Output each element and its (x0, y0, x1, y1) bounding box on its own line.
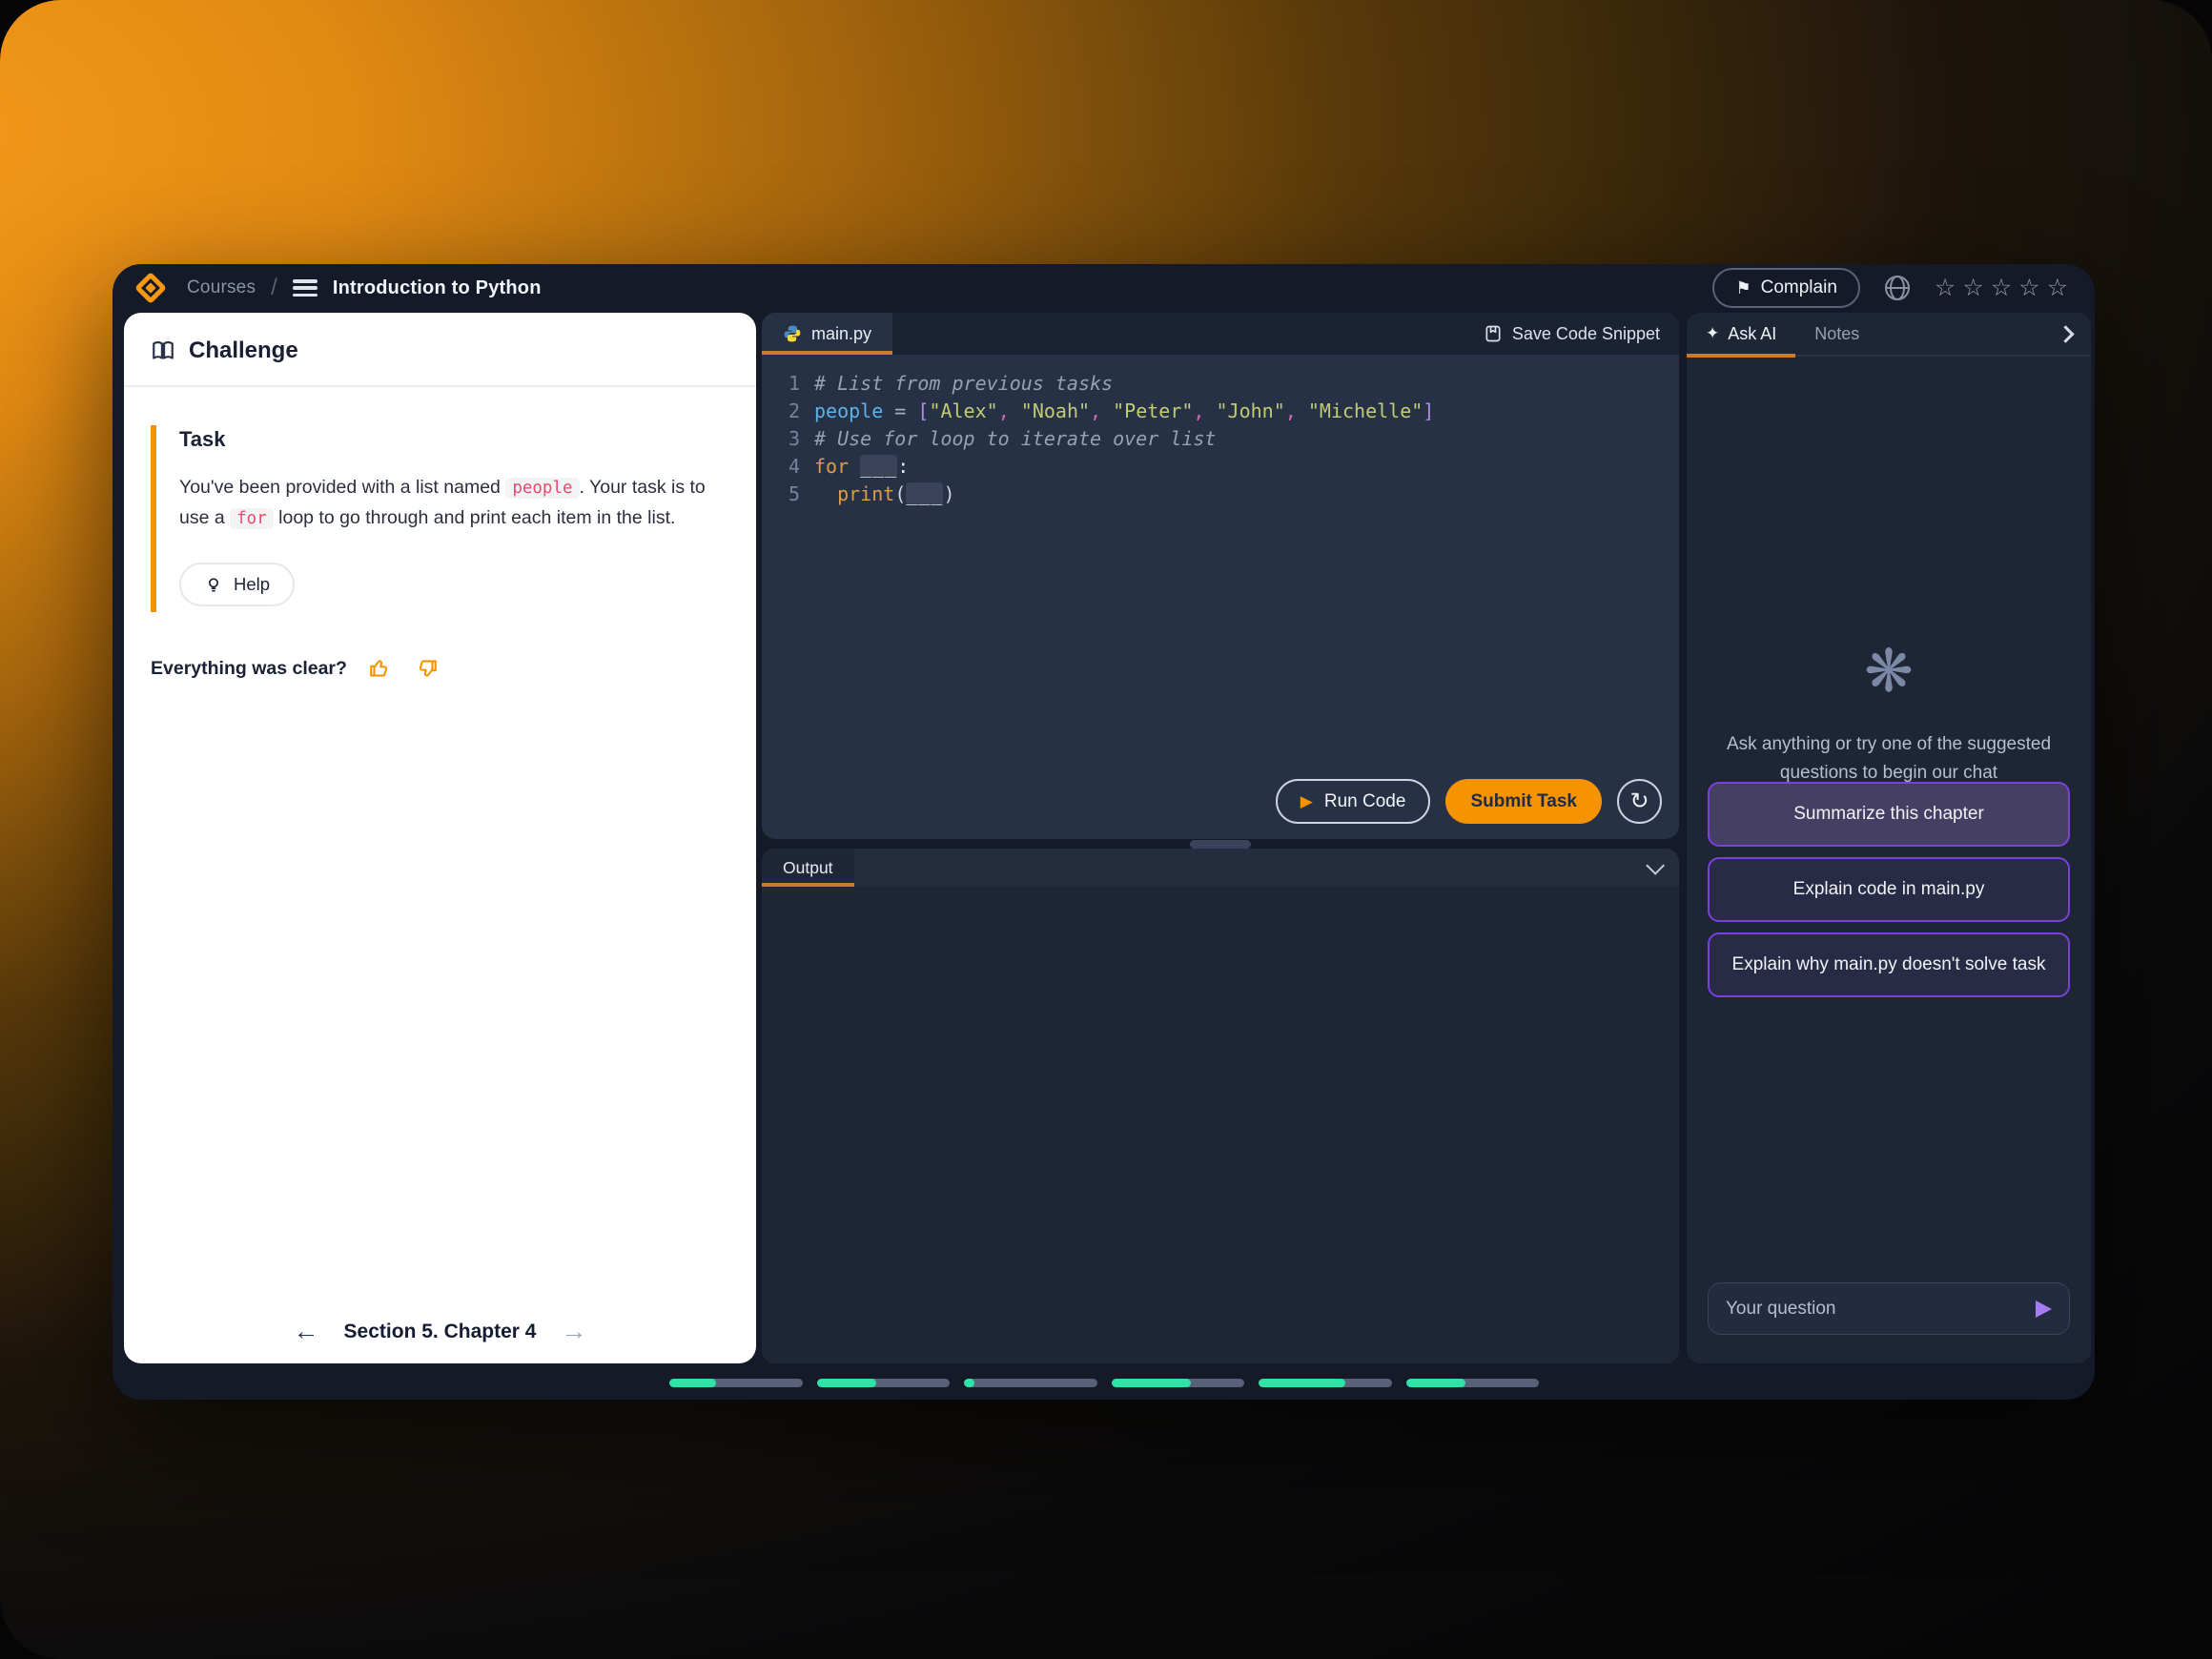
challenge-title: Challenge (189, 338, 298, 364)
code-line: 5 print(___) (762, 481, 1679, 508)
ai-suggestions: Summarize this chapter Explain code in ma… (1708, 782, 2070, 997)
header-divider (124, 385, 756, 387)
reset-code-button[interactable]: ↻ (1617, 779, 1662, 824)
tab-main-py[interactable]: main.py (762, 313, 892, 355)
tab-ask-ai[interactable]: ✦ Ask AI (1687, 313, 1795, 356)
challenge-panel: Challenge Task You've been provided with… (124, 313, 756, 1363)
lightbulb-icon (204, 575, 223, 594)
inline-code-for: for (230, 508, 274, 529)
suggestion-button[interactable]: Explain why main.py doesn't solve task (1708, 932, 2070, 997)
rating-stars: ☆☆☆☆☆ (1935, 276, 2068, 300)
save-snippet-label: Save Code Snippet (1512, 324, 1660, 344)
next-chapter-arrow-icon[interactable]: → (561, 1319, 586, 1344)
openai-logo-icon: ❋ (1687, 643, 2091, 702)
chapter-label: Section 5. Chapter 4 (344, 1321, 537, 1343)
output-panel: Output (762, 849, 1679, 1363)
question-input[interactable] (1726, 1299, 2036, 1320)
help-button[interactable]: Help (179, 563, 295, 606)
app-window: Courses / Introduction to Python ⚑ Compl… (113, 264, 2095, 1400)
editor-tab-bar: main.py Save Code Snippet (762, 313, 1679, 355)
ai-sparkle-icon: ✦ (1706, 324, 1719, 343)
course-title: Introduction to Python (333, 277, 542, 299)
language-globe-icon[interactable] (1885, 276, 1910, 300)
code-area[interactable]: 1# List from previous tasks2people = ["A… (762, 355, 1679, 508)
chevron-down-icon[interactable] (1646, 856, 1665, 875)
chapter-progress-bar (669, 1379, 1539, 1387)
help-label: Help (234, 574, 270, 595)
star-icon[interactable]: ☆ (1935, 276, 1956, 300)
run-code-label: Run Code (1324, 791, 1406, 812)
course-menu-icon[interactable] (293, 279, 317, 297)
question-box (1708, 1282, 2070, 1335)
star-icon[interactable]: ☆ (2047, 276, 2068, 300)
code-line: 3# Use for loop to iterate over list (762, 425, 1679, 453)
progress-segment (1112, 1379, 1245, 1387)
thumbs-down-icon[interactable] (414, 656, 439, 681)
top-bar: Courses / Introduction to Python ⚑ Compl… (113, 264, 2095, 312)
ask-ai-panel: ✦ Ask AI Notes ❋ Ask anything or try one… (1687, 313, 2091, 1363)
star-icon[interactable]: ☆ (1962, 276, 1983, 300)
refresh-icon: ↻ (1629, 790, 1649, 813)
brand-logo-icon[interactable] (134, 272, 167, 304)
tab-main-py-label: main.py (811, 324, 871, 344)
save-code-snippet-button[interactable]: Save Code Snippet (1484, 324, 1679, 344)
run-code-button[interactable]: ▶ Run Code (1276, 779, 1431, 824)
star-icon[interactable]: ☆ (1991, 276, 2012, 300)
code-editor-panel: main.py Save Code Snippet 1# List from p… (762, 313, 1679, 839)
feedback-question: Everything was clear? (151, 658, 347, 680)
ai-tab-bar: ✦ Ask AI Notes (1687, 313, 2091, 357)
thumbs-up-icon[interactable] (368, 656, 393, 681)
task-heading: Task (179, 427, 729, 452)
editor-actions: ▶ Run Code Submit Task ↻ (1276, 779, 1662, 824)
topbar-right: ⚑ Complain ☆☆☆☆☆ (1712, 268, 2068, 308)
chevron-right-icon[interactable] (2057, 325, 2074, 342)
flag-icon: ⚑ (1735, 278, 1751, 298)
task-description: You've been provided with a list named p… (179, 473, 729, 534)
tab-notes[interactable]: Notes (1795, 324, 1878, 344)
challenge-header: Challenge (124, 313, 756, 385)
splitter-grip[interactable] (1190, 840, 1251, 849)
ai-empty-text: Ask anything or try one of the suggested… (1687, 730, 2091, 788)
submit-task-button[interactable]: Submit Task (1445, 779, 1602, 824)
play-icon: ▶ (1301, 792, 1313, 811)
progress-segment (817, 1379, 951, 1387)
progress-segment (1259, 1379, 1392, 1387)
code-line: 1# List from previous tasks (762, 370, 1679, 398)
prev-chapter-arrow-icon[interactable]: ← (294, 1319, 319, 1344)
python-icon (783, 324, 802, 343)
breadcrumb-courses[interactable]: Courses (187, 277, 256, 298)
feedback-row: Everything was clear? (151, 656, 729, 681)
save-snippet-icon (1484, 324, 1503, 343)
code-line: 2people = ["Alex", "Noah", "Peter", "Joh… (762, 398, 1679, 425)
book-icon (151, 338, 175, 363)
complain-label: Complain (1761, 277, 1837, 298)
inline-code-people: people (505, 478, 579, 499)
complain-button[interactable]: ⚑ Complain (1712, 268, 1859, 308)
suggestion-button[interactable]: Explain code in main.py (1708, 857, 2070, 922)
panel-splitter (762, 840, 1679, 849)
task-block: Task You've been provided with a list na… (151, 425, 729, 612)
ai-empty-state: ❋ Ask anything or try one of the suggest… (1687, 643, 2091, 788)
tab-ask-ai-label: Ask AI (1728, 324, 1776, 344)
progress-segment (1406, 1379, 1540, 1387)
progress-segment (669, 1379, 803, 1387)
star-icon[interactable]: ☆ (2018, 276, 2039, 300)
suggestion-button[interactable]: Summarize this chapter (1708, 782, 2070, 847)
output-tab-bar: Output (762, 849, 1679, 887)
send-icon[interactable] (2036, 1301, 2052, 1318)
code-line: 4for ___: (762, 453, 1679, 481)
progress-segment (964, 1379, 1097, 1387)
chapter-navigation: ← Section 5. Chapter 4 → (124, 1319, 756, 1344)
tab-output[interactable]: Output (762, 849, 854, 887)
breadcrumb-separator: / (271, 275, 277, 301)
